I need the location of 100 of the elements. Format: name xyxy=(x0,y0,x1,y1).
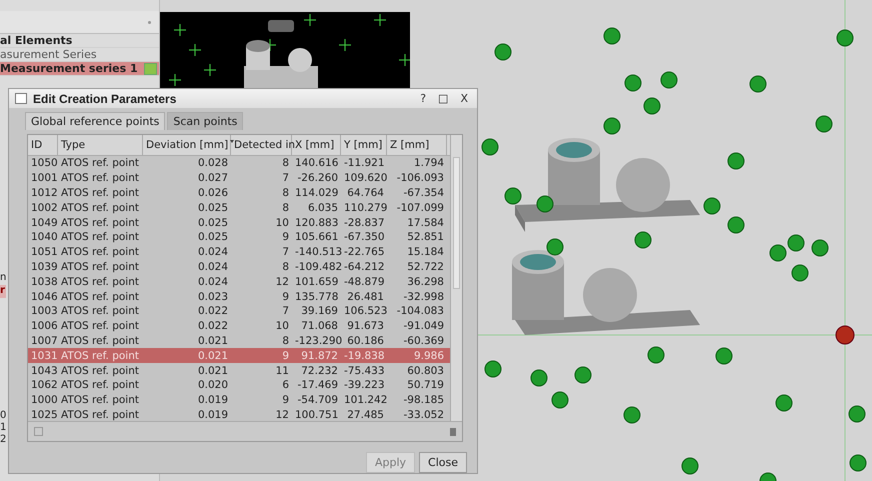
table-cell-text: 1000 xyxy=(30,394,58,406)
tree-item[interactable]: r xyxy=(0,285,6,298)
close-button[interactable]: Close xyxy=(419,452,467,473)
table-cell-text: ATOS ref. point xyxy=(60,157,140,170)
column-header[interactable]: Type xyxy=(58,135,143,155)
table-cell-text: 12 xyxy=(274,408,290,421)
column-header[interactable]: ID xyxy=(28,135,58,155)
table-cell-text: 1001 xyxy=(30,172,58,184)
reference-point-marker xyxy=(836,30,854,46)
table-cell-text: 6.035 xyxy=(306,202,339,214)
reference-point-marker xyxy=(716,348,732,364)
reference-point-marker xyxy=(728,152,744,170)
reference-point-marker xyxy=(770,244,786,262)
table-cell-text: 7 xyxy=(281,246,290,258)
table-cell-text: -64.212 xyxy=(343,260,386,273)
table-cell-text: ATOS ref. point xyxy=(60,290,140,303)
tree-item[interactable]: n xyxy=(0,272,8,285)
table-row[interactable]: 1003 ATOS ref. point 0.022 7 39.169 106.523 -104.083 xyxy=(28,304,450,319)
table-cell-text: 140.616 xyxy=(294,157,340,170)
table-row[interactable]: 1000 ATOS ref. point 0.019 9 -54.709 101.242 -98.185 xyxy=(28,392,450,408)
table-cell-text: 1038 xyxy=(30,276,58,288)
table-cell-text: 106.523 xyxy=(343,305,387,318)
reference-point-marker xyxy=(634,232,652,248)
table-row[interactable]: 1043 ATOS ref. point 0.021 11 72.232 -75.433 60.803 xyxy=(28,363,450,378)
table-cell-text: 52.851 xyxy=(406,231,445,244)
table-cell-text: ATOS ref. point xyxy=(60,172,140,184)
table-cell-text: ATOS ref. point xyxy=(60,394,140,406)
tree-item[interactable]: al Elements xyxy=(0,34,159,48)
table-cell-text: 1062 xyxy=(30,379,58,392)
table-cell-text: 100.751 xyxy=(294,408,340,421)
table-row[interactable]: 1051 ATOS ref. point 0.024 7 -140.513 -22.765 15.184 xyxy=(28,244,450,260)
table-cell-text: -123.290 xyxy=(294,334,341,347)
table-cell-text: 9.986 xyxy=(412,350,445,362)
table-cell-text: 91.872 xyxy=(300,350,339,362)
table-cell-text: ATOS ref. point xyxy=(60,334,140,347)
reference-point-marker xyxy=(536,196,554,212)
table-row[interactable]: 1046 ATOS ref. point 0.023 9 135.778 26.481 -32.998 xyxy=(28,289,450,304)
table-cell-text: 8 xyxy=(281,157,290,170)
table-row[interactable]: 1012 ATOS ref. point 0.026 8 114.029 64.764 -67.354 xyxy=(28,186,450,200)
table-cell-text: -107.099 xyxy=(396,202,445,214)
table-cell-text: 0.021 xyxy=(196,350,229,362)
table-row[interactable]: 1050 ATOS ref. point 0.028 8 140.616 -11.921 1.794 xyxy=(28,156,450,171)
table-cell-text: 0.022 xyxy=(196,320,229,332)
visibility-icon xyxy=(148,20,151,24)
table-cell-text: 1050 xyxy=(30,157,58,170)
table-row[interactable]: 1049 ATOS ref. point 0.025 10 120.883 -28.837 17.584 xyxy=(28,215,450,230)
list-text: 1 xyxy=(0,422,6,434)
dialog-title: Edit Creation Parameters xyxy=(33,92,176,106)
table-cell-text: 0.020 xyxy=(196,379,229,392)
table-cell-text: -98.185 xyxy=(402,394,445,406)
table-cell-text: -140.513 xyxy=(294,246,341,258)
list-text: 2 xyxy=(0,434,6,446)
table-cell-text: 52.722 xyxy=(406,260,445,273)
scrollbar[interactable] xyxy=(450,135,462,421)
table-row[interactable]: 1002 ATOS ref. point 0.025 8 6.035 110.279 -107.099 xyxy=(28,200,450,216)
column-header[interactable]: Z [mm] xyxy=(387,135,447,155)
table-cell-text: 10 xyxy=(274,216,290,229)
table-cell-text: ATOS ref. point xyxy=(60,216,140,229)
column-header[interactable]: Detected in xyxy=(231,135,292,155)
table-cell-text: -39.223 xyxy=(343,379,386,392)
table-cell-text: 135.778 xyxy=(294,290,340,303)
table-cell-text: -19.838 xyxy=(343,350,386,362)
table-cell-text: 17.584 xyxy=(406,216,445,229)
tab[interactable]: Scan points xyxy=(167,112,244,130)
list-text: 0 xyxy=(0,410,6,422)
table-cell-text: 1051 xyxy=(30,246,58,258)
reference-point-marker xyxy=(850,454,866,472)
table-row[interactable]: 1006 ATOS ref. point 0.022 10 71.068 91.673 -91.049 xyxy=(28,318,450,334)
table-cell-text: 7 xyxy=(281,305,290,318)
reference-point-marker xyxy=(546,238,564,256)
tab[interactable]: Global reference points xyxy=(25,112,166,130)
table-cell-text: 0.023 xyxy=(196,290,229,303)
reference-point-marker xyxy=(728,216,744,234)
table-cell-text: 0.024 xyxy=(196,260,229,273)
table-row[interactable]: 1040 ATOS ref. point 0.025 9 105.661 -67.350 52.851 xyxy=(28,230,450,245)
table-row[interactable]: 1062 ATOS ref. point 0.020 6 -17.469 -39.223 50.719 xyxy=(28,378,450,393)
table-row[interactable]: 1039 ATOS ref. point 0.024 8 -109.482 -64.212 52.722 xyxy=(28,260,450,274)
eye-icon[interactable] xyxy=(144,62,157,74)
table-row[interactable]: 1001 ATOS ref. point 0.027 7 -26.260 109.620 -106.093 xyxy=(28,170,450,186)
table-row[interactable]: 1038 ATOS ref. point 0.024 12 101.659 -48.879 36.298 xyxy=(28,274,450,290)
reference-point-marker xyxy=(704,198,720,214)
tree-item[interactable]: Measurement series 1 xyxy=(0,62,159,76)
table-cell-text: 1040 xyxy=(30,231,58,244)
table-cell-text: 101.659 xyxy=(294,276,340,288)
table-cell-text: 39.169 xyxy=(300,305,339,318)
table-row[interactable]: 1007 ATOS ref. point 0.021 8 -123.290 60.186 -60.369 xyxy=(28,334,450,348)
table-cell-text: 60.186 xyxy=(346,334,385,347)
sort-arrow-icon xyxy=(230,140,234,143)
column-header[interactable]: Y [mm] xyxy=(341,135,387,155)
table-cell-text: 0.025 xyxy=(196,216,229,229)
table-cell-text: ATOS ref. point xyxy=(60,260,140,273)
trash-icon[interactable] xyxy=(450,428,456,436)
table-cell-text: 8 xyxy=(281,202,290,214)
table-row[interactable]: 1025 ATOS ref. point 0.019 12 100.751 27.485 -33.052 xyxy=(28,408,450,421)
column-header[interactable]: Deviation [mm] xyxy=(143,135,231,155)
reference-point-marker xyxy=(624,74,642,92)
table-cell-text: 50.719 xyxy=(406,379,445,392)
table-cell-text: 0.021 xyxy=(196,364,229,377)
table-cell-text: 7 xyxy=(281,172,290,184)
table-cell-text: -17.469 xyxy=(296,379,339,392)
